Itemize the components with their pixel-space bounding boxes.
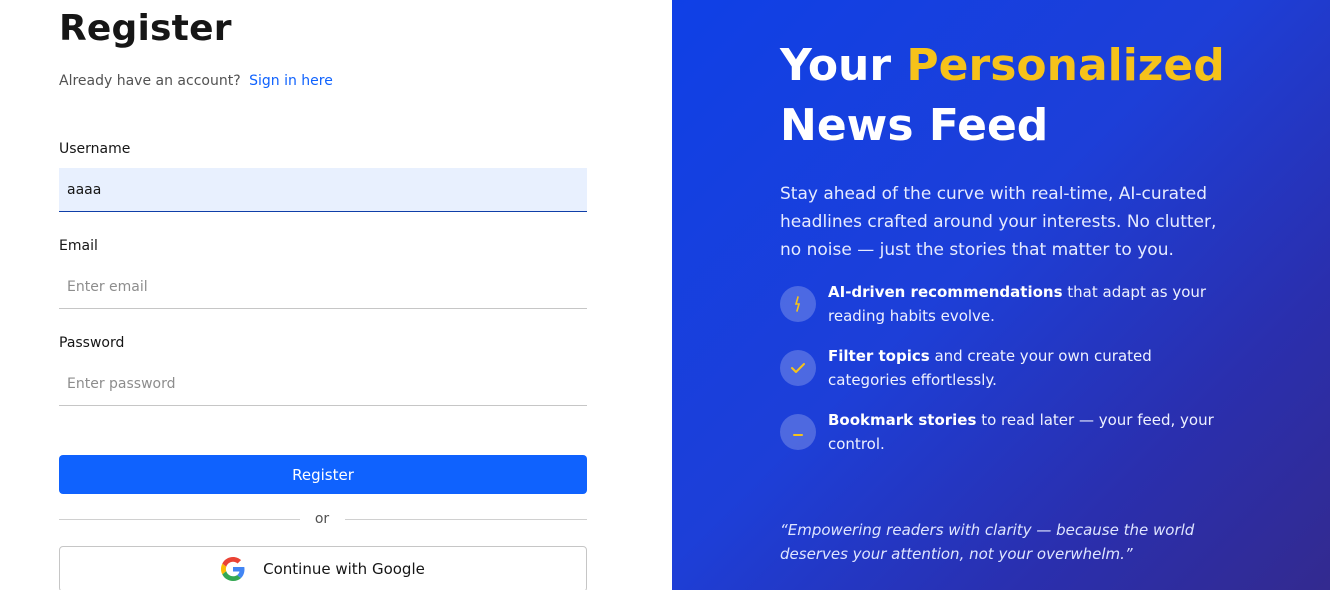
check-icon <box>780 350 816 386</box>
page-title: Register <box>59 8 232 49</box>
email-input[interactable] <box>59 265 587 309</box>
signin-prompt-text: Already have an account? <box>59 73 241 89</box>
bookmark-icon <box>780 414 816 450</box>
feature-item: Bookmark stories to read later — your fe… <box>780 411 1230 456</box>
divider-right <box>345 519 587 520</box>
feature-bold: Filter topics <box>828 347 930 365</box>
username-label: Username <box>59 141 131 157</box>
register-panel: Register Already have an account? Sign i… <box>0 0 672 590</box>
hero-title-part2: News Feed <box>780 100 1049 151</box>
divider-left <box>59 519 300 520</box>
username-input[interactable] <box>59 168 587 212</box>
email-label: Email <box>59 238 98 254</box>
feature-bold: Bookmark stories <box>828 411 977 429</box>
signin-prompt: Already have an account? Sign in here <box>59 73 333 89</box>
promo-panel: Your Personalized News Feed Stay ahead o… <box>672 0 1330 590</box>
testimonial-quote: “Empowering readers with clarity — becau… <box>780 521 1195 563</box>
hero-description: Stay ahead of the curve with real-time, … <box>780 184 1217 260</box>
or-divider-label: or <box>314 511 330 527</box>
feature-item: AI-driven recommendations that adapt as … <box>780 283 1230 328</box>
hero-title-part1: Your <box>780 40 907 91</box>
google-button-label: Continue with Google <box>263 560 425 578</box>
hero-title: Your Personalized News Feed <box>780 36 1225 156</box>
feature-bold: AI-driven recommendations <box>828 283 1063 301</box>
feature-item: Filter topics and create your own curate… <box>780 347 1230 392</box>
register-button[interactable]: Register <box>59 455 587 494</box>
password-label: Password <box>59 335 125 351</box>
hero-title-accent: Personalized <box>906 40 1225 91</box>
google-icon <box>221 557 245 581</box>
bulb-icon <box>780 286 816 322</box>
password-input[interactable] <box>59 362 587 406</box>
feature-text: AI-driven recommendations that adapt as … <box>828 280 1230 328</box>
feature-text: Filter topics and create your own curate… <box>828 344 1230 392</box>
signin-link[interactable]: Sign in here <box>249 73 333 89</box>
google-signin-button[interactable]: Continue with Google <box>59 546 587 590</box>
feature-text: Bookmark stories to read later — your fe… <box>828 408 1230 456</box>
